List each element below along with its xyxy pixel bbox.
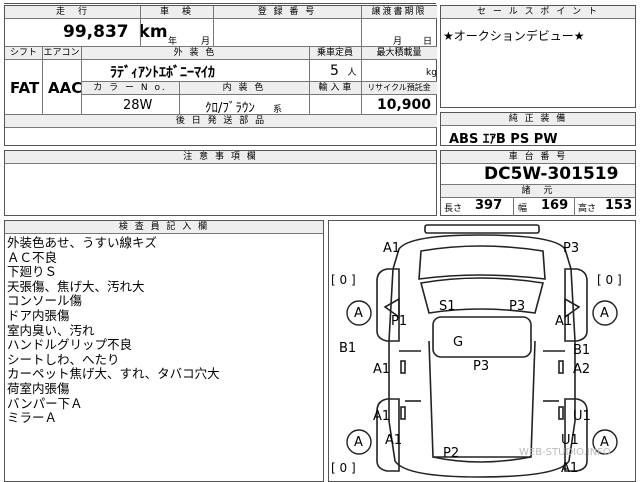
- damage-label: B1: [573, 343, 591, 358]
- width-value: 169: [541, 198, 569, 213]
- damage-label: P1: [391, 314, 408, 329]
- wheel-label: A: [354, 435, 363, 450]
- damage-label: A2: [573, 362, 591, 377]
- sales-point-text: ★オークションデビュー★: [443, 29, 585, 43]
- wheel-label: A: [354, 306, 363, 321]
- later-parts-header: 後 日 発 送 部 品: [5, 115, 437, 128]
- chassis-value: DC5W-301519: [484, 164, 619, 184]
- capacity-value: 5 人: [330, 63, 356, 79]
- chassis-box: 車 台 番 号 DC5W-301519 諸 元 長さ 397 幅 169 高さ …: [440, 150, 636, 216]
- bracket-label: [ 0 ]: [331, 273, 356, 287]
- note-item: コンソール傷: [7, 293, 83, 309]
- damage-label: A1: [555, 314, 573, 329]
- interior-color-header: 内 装 色: [179, 82, 309, 95]
- car-diagram-box: A1 P3 [ 0 ] [ 0 ] S1 P3 A A P1 A1 G B1 B…: [328, 220, 636, 482]
- note-item: ハンドルグリップ不良: [7, 337, 133, 353]
- damage-label: A1: [561, 461, 579, 476]
- damage-label: B1: [339, 341, 357, 356]
- transfer-header: 譲渡書期限: [361, 6, 437, 19]
- import-header: 輸 入 車: [309, 82, 361, 95]
- shift-header: シフト: [5, 47, 42, 60]
- caution-header: 注 意 事 項 欄: [5, 151, 436, 164]
- bracket-label: [ 0 ]: [597, 273, 622, 287]
- exterior-color-header: 外 装 色: [81, 47, 309, 60]
- damage-label: S1: [439, 299, 456, 314]
- inspector-box: 検 査 員 記 入 欄 外装色あせ、うすい線キズ ＡＣ不良 下廻りＳ 天張傷、焦…: [4, 220, 324, 482]
- color-no-header: カ ラ ー N o.: [81, 82, 179, 95]
- damage-label: G: [453, 335, 464, 350]
- damage-label: A1: [373, 409, 391, 424]
- exterior-color-value: ﾗﾃﾞｨｱﾝﾄｴﾎﾞﾆｰﾏｲｶ: [110, 65, 215, 81]
- mileage-header: 走 行: [5, 6, 140, 19]
- note-item: カーペット焦げ大、すれ、タバコ穴大: [7, 366, 220, 382]
- length-label: 長さ: [444, 204, 463, 214]
- equipment-value: ABS ｴｱB PS PW: [449, 132, 558, 147]
- equipment-box: 純 正 装 備 ABS ｴｱB PS PW: [440, 112, 636, 147]
- inspector-header: 検 査 員 記 入 欄: [5, 221, 323, 234]
- note-item: バンパー下Ａ: [7, 395, 83, 411]
- note-item: シートしわ、へたり: [7, 351, 120, 367]
- note-item: 荷室内張傷: [7, 380, 70, 396]
- dimensions-header: 諸 元: [441, 185, 635, 198]
- length-value: 397: [475, 198, 503, 213]
- wheel-label: A: [600, 306, 609, 321]
- registration-header: 登 録 番 号: [213, 6, 361, 19]
- mileage-number: 99,837: [63, 22, 129, 42]
- vehicle-info-box: 走 行 車 検 登 録 番 号 譲渡書期限 99,837 km 年 月 月 日 …: [4, 5, 437, 146]
- note-item: 室内臭い、汚れ: [7, 322, 95, 338]
- damage-label: A1: [385, 433, 403, 448]
- recycle-header: リサイクル預託金: [361, 82, 437, 95]
- damage-label: U1: [573, 409, 591, 424]
- caution-box: 注 意 事 項 欄: [4, 150, 437, 216]
- aircon-header: エアコン: [42, 47, 81, 60]
- chassis-header: 車 台 番 号: [441, 151, 635, 164]
- dimensions-row: 長さ 397 幅 169 高さ 153: [441, 198, 635, 216]
- damage-label: P3: [473, 359, 490, 374]
- damage-label: P3: [563, 241, 580, 256]
- recycle-number: 10,900: [377, 97, 432, 113]
- note-item: 外装色あせ、うすい線キズ: [7, 235, 158, 250]
- note-item: ドア内張傷: [7, 307, 70, 323]
- sales-point-header: セ ー ル ス ポ イ ン ト: [441, 6, 635, 19]
- damage-label: A1: [373, 362, 391, 377]
- color-no-value: 28W: [123, 98, 153, 113]
- mileage-unit: km: [138, 22, 168, 42]
- note-item: 下廻りＳ: [7, 264, 58, 280]
- width-label: 幅: [518, 204, 528, 214]
- note-item: 天張傷、焦げ大、汚れ大: [7, 278, 145, 294]
- inspection-header: 車 検: [140, 6, 213, 19]
- aircon-value: AAC: [48, 79, 83, 97]
- equipment-header: 純 正 装 備: [441, 113, 635, 126]
- note-item: ＡＣ不良: [7, 249, 58, 265]
- sales-point-box: セ ー ル ス ポ イ ン ト ★オークションデビュー★: [440, 5, 636, 108]
- max-load-header: 最大積載量: [361, 47, 437, 60]
- damage-label: U1: [561, 433, 579, 448]
- damage-label: P2: [443, 446, 460, 461]
- inspector-notes: 外装色あせ、うすい線キズ ＡＣ不良 下廻りＳ 天張傷、焦げ大、汚れ大 コンソール…: [7, 235, 220, 426]
- height-value: 153: [605, 198, 633, 213]
- height-label: 高さ: [578, 204, 597, 214]
- top-strip: [4, 0, 436, 4]
- shift-value: FAT: [10, 79, 40, 97]
- note-item: ミラーＡ: [7, 410, 58, 426]
- damage-label: A1: [383, 241, 401, 256]
- bracket-label: [ 0 ]: [331, 461, 356, 475]
- damage-label: P3: [509, 299, 526, 314]
- capacity-header: 乗車定員: [309, 47, 361, 60]
- watermark: WEB-STUDIO.INFO: [519, 447, 611, 458]
- capacity-unit: 人: [347, 68, 357, 78]
- max-load-unit: kg: [426, 68, 437, 78]
- capacity-number: 5: [330, 63, 339, 79]
- mileage-value: 99,837 km: [63, 22, 168, 42]
